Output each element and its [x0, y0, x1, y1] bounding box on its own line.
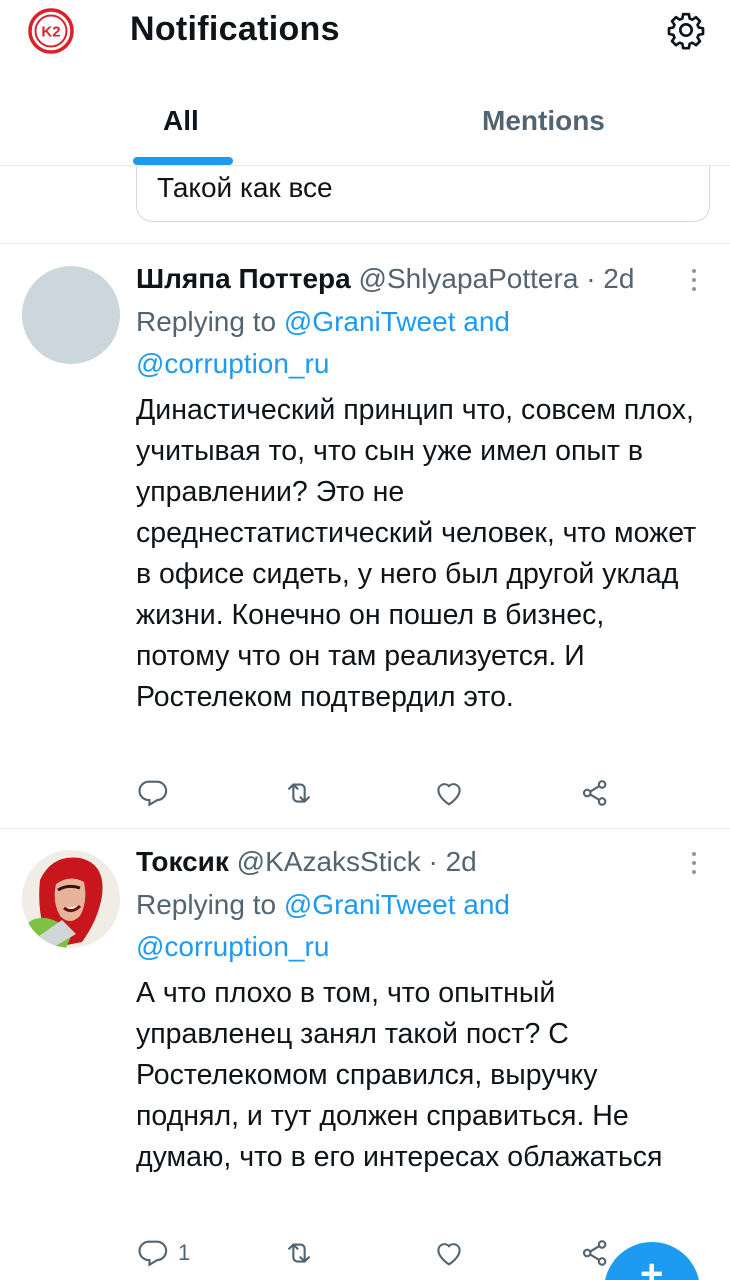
top-app-bar: K2 Notifications All Mentions [0, 0, 730, 166]
separator-dot: · [428, 846, 438, 877]
tweet-header: Шляпа Поттера @ShlyapaPottera · 2d [136, 263, 634, 295]
replying-to: Replying to @GraniTweet and @corruption_… [136, 884, 696, 968]
divider [0, 243, 730, 244]
like-icon[interactable] [432, 776, 466, 810]
tab-mentions[interactable]: Mentions [482, 105, 605, 137]
timestamp[interactable]: 2d [446, 846, 477, 877]
page-title: Notifications [130, 10, 340, 48]
mention-and: and [463, 889, 510, 920]
author-name[interactable]: Шляпа Поттера [136, 263, 351, 294]
retweet-icon[interactable] [282, 1236, 316, 1270]
retweet-icon[interactable] [282, 776, 316, 810]
k2-logo-icon[interactable]: K2 [28, 8, 74, 54]
replying-to-label: Replying to [136, 889, 277, 920]
mention-link[interactable]: @corruption_ru [136, 931, 329, 962]
author-name[interactable]: Токсик [136, 846, 229, 877]
mention-link[interactable]: @corruption_ru [136, 348, 329, 379]
more-options-icon[interactable] [688, 852, 700, 878]
tab-all[interactable]: All [163, 105, 199, 137]
quoted-tweet-text: Такой как все [157, 172, 333, 203]
author-handle[interactable]: @KAzaksStick [237, 846, 421, 877]
divider [0, 828, 730, 829]
reply-icon[interactable] [136, 776, 170, 810]
share-icon[interactable] [578, 1236, 612, 1270]
avatar[interactable] [22, 266, 120, 364]
svg-text:K2: K2 [41, 24, 60, 41]
mention-and: and [463, 306, 510, 337]
more-options-icon[interactable] [688, 269, 700, 295]
reply-count: 1 [178, 1240, 191, 1265]
tweet-text: А что плохо в том, что опытный управлене… [136, 977, 663, 1173]
mention-link[interactable]: @GraniTweet [284, 306, 456, 337]
tweet-header: Токсик @KAzaksStick · 2d [136, 846, 477, 878]
author-handle[interactable]: @ShlyapaPottera [359, 263, 579, 294]
like-icon[interactable] [432, 1236, 466, 1270]
reply-icon[interactable] [136, 1236, 170, 1270]
separator-dot: · [586, 263, 596, 294]
share-icon[interactable] [578, 776, 612, 810]
plus-icon: + [640, 1252, 664, 1280]
active-tab-indicator [133, 157, 233, 165]
avatar[interactable] [22, 850, 120, 948]
replying-to-label: Replying to [136, 306, 277, 337]
timestamp[interactable]: 2d [603, 263, 634, 294]
gear-icon[interactable] [666, 10, 706, 50]
replying-to: Replying to @GraniTweet and @corruption_… [136, 301, 696, 385]
tweet-text: Династический принцип что, совсем плох, … [136, 394, 697, 713]
mention-link[interactable]: @GraniTweet [284, 889, 456, 920]
